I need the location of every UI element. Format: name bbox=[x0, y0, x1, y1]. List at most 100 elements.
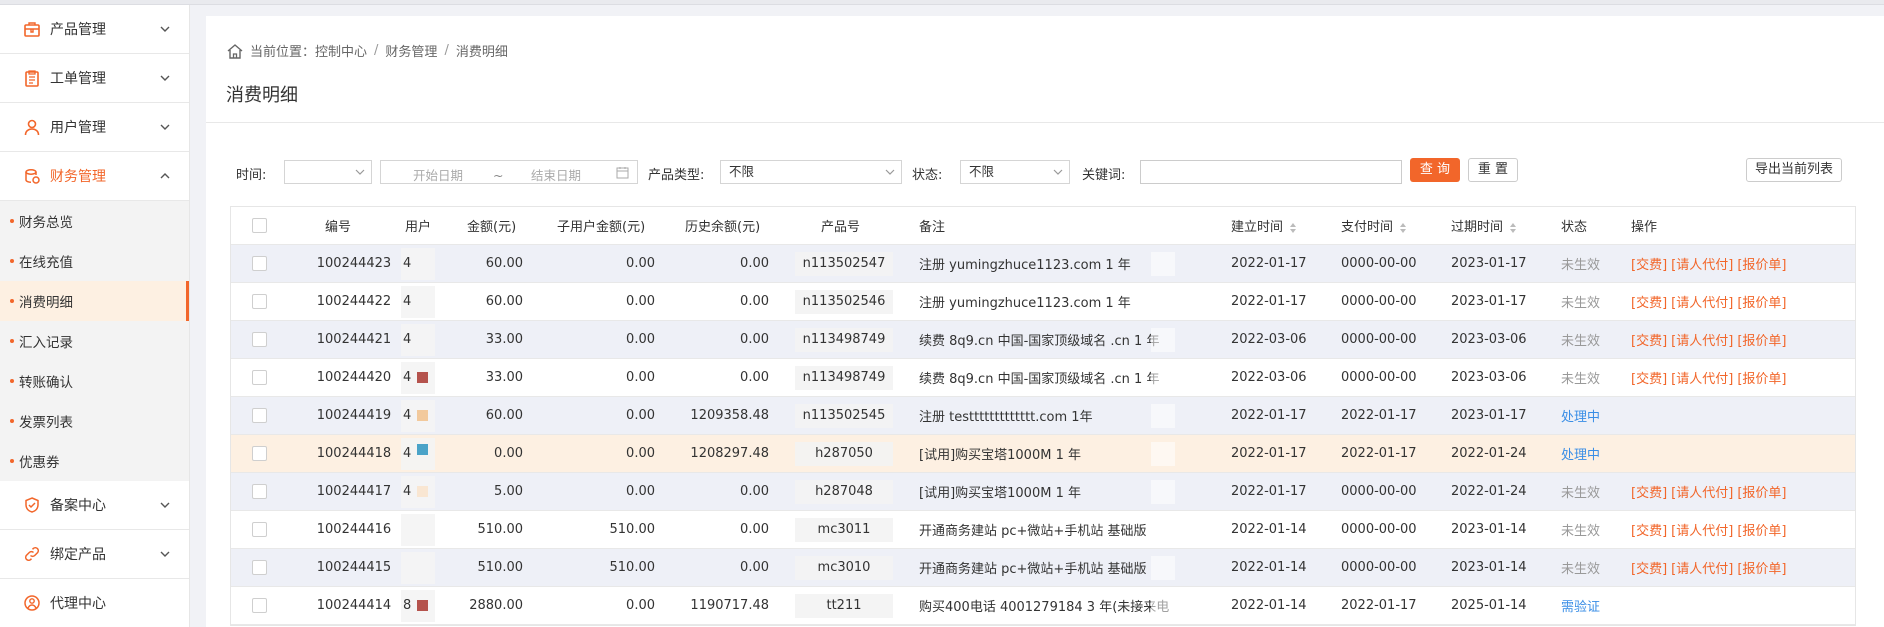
proxy-pay-link[interactable]: [请人代付] bbox=[1671, 334, 1733, 349]
quote-link[interactable]: [报价单] bbox=[1737, 258, 1786, 273]
breadcrumb-link-finance[interactable]: 财务管理 bbox=[385, 41, 437, 60]
menu-ticket[interactable]: 工单管理 bbox=[0, 54, 189, 103]
cell-history-balance: 0.00 bbox=[740, 522, 769, 537]
proxy-pay-link[interactable]: [请人代付] bbox=[1671, 562, 1733, 577]
header-sub-amount: 子用户金额(元) bbox=[557, 220, 646, 235]
keyword-input[interactable] bbox=[1140, 160, 1402, 184]
pay-link[interactable]: [交费] bbox=[1631, 524, 1667, 539]
cell-id: 100244416 bbox=[316, 522, 392, 537]
menu-agent[interactable]: 代理中心 bbox=[0, 579, 189, 627]
query-button[interactable]: 查 询 bbox=[1410, 158, 1460, 182]
proxy-pay-link[interactable]: [请人代付] bbox=[1671, 524, 1733, 539]
quote-link[interactable]: [报价单] bbox=[1737, 372, 1786, 387]
header-paid-time[interactable]: 支付时间 bbox=[1341, 216, 1407, 235]
export-button[interactable]: 导出当前列表 bbox=[1746, 158, 1843, 182]
menu-user[interactable]: 用户管理 bbox=[0, 103, 189, 152]
pay-link[interactable]: [交费] bbox=[1631, 258, 1667, 273]
bullet-dot bbox=[10, 219, 14, 223]
menu-filing[interactable]: 备案中心 bbox=[0, 481, 189, 530]
row-checkbox[interactable] bbox=[252, 370, 267, 385]
cell-id: 100244420 bbox=[316, 370, 392, 385]
cell-status[interactable]: 处理中 bbox=[1561, 444, 1600, 463]
status-select[interactable]: 不限 bbox=[960, 160, 1070, 184]
agent-icon bbox=[22, 593, 42, 613]
menu-label: 代理中心 bbox=[50, 596, 106, 612]
quote-link[interactable]: [报价单] bbox=[1737, 486, 1786, 501]
sort-icon bbox=[1290, 222, 1297, 233]
product-type-select[interactable]: 不限 bbox=[720, 160, 902, 184]
sub-label: 消费明细 bbox=[19, 295, 73, 311]
sidebar-item-finance-overview[interactable]: 财务总览 bbox=[0, 201, 189, 241]
menu-product[interactable]: 产品管理 bbox=[0, 5, 189, 54]
header-history-balance: 历史余额(元) bbox=[685, 220, 761, 235]
bullet-dot bbox=[10, 459, 14, 463]
consumption-table: 编号 用户 金额(元) 子用户金额(元) 历史余额(元) 产品号 备注 建立时间… bbox=[230, 206, 1856, 626]
cell-paid-time: 0000-00-00 bbox=[1341, 294, 1417, 309]
start-date-placeholder: 开始日期 bbox=[413, 168, 464, 183]
proxy-pay-link[interactable]: [请人代付] bbox=[1671, 486, 1733, 501]
header-product-no: 产品号 bbox=[821, 220, 861, 235]
cell-created-time: 2022-01-17 bbox=[1231, 484, 1307, 499]
table-row: 100244415 510.00 510.00 0.00 mc3010 开通商务建站 pc… bbox=[231, 549, 1855, 587]
row-checkbox[interactable] bbox=[252, 446, 267, 461]
header-amount: 金额(元) bbox=[467, 220, 517, 235]
quote-link[interactable]: [报价单] bbox=[1737, 296, 1786, 311]
header-created-time[interactable]: 建立时间 bbox=[1231, 216, 1297, 235]
row-checkbox[interactable] bbox=[252, 560, 267, 575]
time-select[interactable] bbox=[284, 160, 372, 184]
pay-link[interactable]: [交费] bbox=[1631, 372, 1667, 387]
quote-link[interactable]: [报价单] bbox=[1737, 524, 1786, 539]
date-range-input[interactable]: 开始日期 ~ 结束日期 bbox=[380, 160, 638, 184]
cell-status[interactable]: 需验证 bbox=[1561, 596, 1600, 615]
cell-sub-amount: 0.00 bbox=[626, 598, 655, 613]
row-checkbox[interactable] bbox=[252, 294, 267, 309]
cell-expire-time: 2023-03-06 bbox=[1451, 332, 1527, 347]
cell-paid-time: 2022-01-17 bbox=[1341, 598, 1417, 613]
row-checkbox[interactable] bbox=[252, 598, 267, 613]
header-expire-time[interactable]: 过期时间 bbox=[1451, 216, 1517, 235]
header-ops: 操作 bbox=[1631, 220, 1658, 235]
quote-link[interactable]: [报价单] bbox=[1737, 334, 1786, 349]
chevron-down-icon bbox=[885, 169, 895, 175]
cell-amount: 5.00 bbox=[494, 484, 523, 499]
menu-bind[interactable]: 绑定产品 bbox=[0, 530, 189, 579]
sidebar-item-recharge[interactable]: 在线充值 bbox=[0, 241, 189, 281]
cell-product-no: n113502546 bbox=[802, 294, 886, 309]
table-row: 100244417 4 5.00 0.00 0.00 h287048 [试用]购买宝塔100… bbox=[231, 473, 1855, 511]
pay-link[interactable]: [交费] bbox=[1631, 334, 1667, 349]
breadcrumb-link-control-center[interactable]: 控制中心 bbox=[315, 41, 367, 60]
table-row: 100244419 4 60.00 0.00 1209358.48 n113502545 注… bbox=[231, 397, 1855, 435]
reset-button[interactable]: 重 置 bbox=[1468, 158, 1518, 182]
header-note: 备注 bbox=[919, 220, 946, 235]
sort-icon bbox=[1400, 222, 1407, 233]
select-all-checkbox[interactable] bbox=[252, 218, 267, 233]
proxy-pay-link[interactable]: [请人代付] bbox=[1671, 372, 1733, 387]
cell-product-no: h287050 bbox=[815, 446, 873, 461]
pay-link[interactable]: [交费] bbox=[1631, 486, 1667, 501]
menu-finance[interactable]: 财务管理 bbox=[0, 152, 189, 201]
sidebar-item-invoice[interactable]: 发票列表 bbox=[0, 401, 189, 441]
quote-link[interactable]: [报价单] bbox=[1737, 562, 1786, 577]
row-checkbox[interactable] bbox=[252, 522, 267, 537]
header-paid-label: 支付时间 bbox=[1341, 220, 1394, 235]
row-checkbox[interactable] bbox=[252, 256, 267, 271]
cell-id: 100244419 bbox=[316, 408, 392, 423]
cell-paid-time: 2022-01-17 bbox=[1341, 446, 1417, 461]
row-checkbox[interactable] bbox=[252, 484, 267, 499]
pay-link[interactable]: [交费] bbox=[1631, 562, 1667, 577]
chevron-down-icon bbox=[355, 169, 365, 175]
pay-link[interactable]: [交费] bbox=[1631, 296, 1667, 311]
sidebar-item-transfer[interactable]: 转账确认 bbox=[0, 361, 189, 401]
sidebar-item-coupon[interactable]: 优惠券 bbox=[0, 441, 189, 481]
page-title: 消费明细 bbox=[226, 85, 298, 106]
cell-status[interactable]: 处理中 bbox=[1561, 406, 1600, 425]
proxy-pay-link[interactable]: [请人代付] bbox=[1671, 296, 1733, 311]
row-checkbox[interactable] bbox=[252, 408, 267, 423]
sidebar-item-consumption[interactable]: 消费明细 bbox=[0, 281, 189, 321]
cell-expire-time: 2025-01-14 bbox=[1451, 598, 1527, 613]
breadcrumb: 当前位置： 控制中心 / 财务管理 / 消费明细 bbox=[226, 41, 508, 60]
row-checkbox[interactable] bbox=[252, 332, 267, 347]
proxy-pay-link[interactable]: [请人代付] bbox=[1671, 258, 1733, 273]
sidebar-item-remittance[interactable]: 汇入记录 bbox=[0, 321, 189, 361]
filter-bar: 时间: 开始日期 ~ 结束日期 产品类型: 不限 状态: 不限 关键词: 查 询… bbox=[230, 158, 1870, 184]
